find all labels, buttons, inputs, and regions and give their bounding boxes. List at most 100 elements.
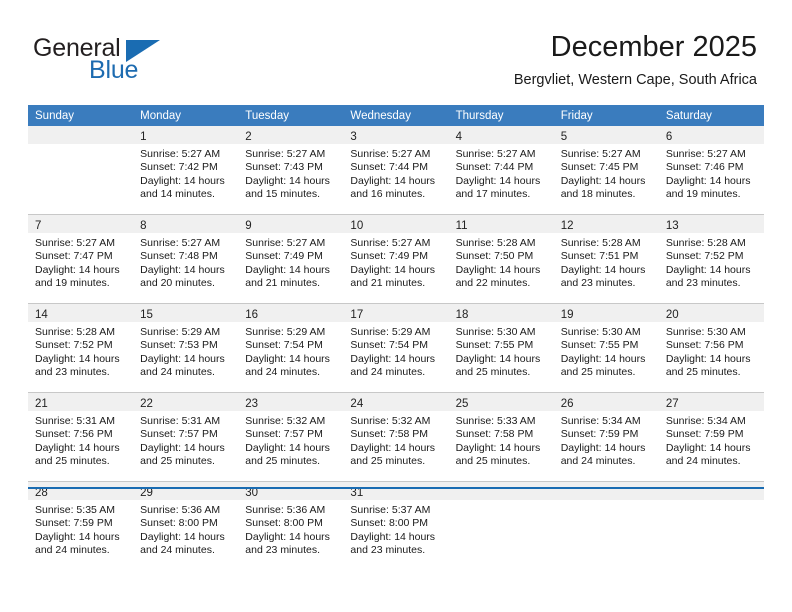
calendar-day-cell[interactable]: 2 Sunrise: 5:27 AM Sunset: 7:43 PM Daylight… bbox=[238, 126, 344, 215]
calendar-day-cell[interactable]: 22 Sunrise: 5:31 AM Sunset: 7:57 PM Dayligh… bbox=[133, 392, 239, 482]
day-number: 12 bbox=[560, 220, 574, 232]
sunset-text: Sunset: 7:48 PM bbox=[140, 250, 218, 263]
calendar-day-cell[interactable]: 18 Sunrise: 5:30 AM Sunset: 7:55 PM Dayligh… bbox=[448, 303, 554, 393]
daylight-text: and 24 minutes. bbox=[35, 544, 110, 557]
day-number: 4 bbox=[455, 131, 462, 143]
calendar-day-cell[interactable]: 9 Sunrise: 5:27 AM Sunset: 7:49 PM Daylight… bbox=[238, 214, 344, 304]
daylight-text: and 24 minutes. bbox=[245, 366, 320, 379]
day-sun-info: Sunrise: 5:28 AM Sunset: 7:52 PM Daylight:… bbox=[28, 322, 133, 380]
calendar-empty-cell bbox=[448, 481, 554, 570]
daylight-text: Daylight: 14 hours bbox=[350, 441, 436, 454]
calendar-day-cell[interactable]: 6 Sunrise: 5:27 AM Sunset: 7:46 PM Daylight… bbox=[658, 126, 764, 215]
day-number-band: 29 bbox=[133, 482, 239, 500]
calendar-day-cell[interactable]: 12 Sunrise: 5:28 AM Sunset: 7:51 PM Dayligh… bbox=[553, 214, 659, 304]
daylight-text: and 25 minutes. bbox=[560, 366, 636, 379]
daylight-text: and 25 minutes. bbox=[140, 455, 215, 468]
sunset-text: Sunset: 7:59 PM bbox=[665, 428, 744, 441]
day-number-band: 23 bbox=[238, 393, 344, 411]
calendar-day-cell[interactable]: 28 Sunrise: 5:35 AM Sunset: 7:59 PM Dayligh… bbox=[28, 481, 134, 570]
daylight-text: Daylight: 14 hours bbox=[455, 441, 541, 454]
calendar-day-cell[interactable]: 11 Sunrise: 5:28 AM Sunset: 7:50 PM Dayligh… bbox=[448, 214, 554, 304]
calendar-day-cell[interactable]: 27 Sunrise: 5:34 AM Sunset: 7:59 PM Dayligh… bbox=[658, 392, 764, 482]
calendar-day-cell[interactable]: 19 Sunrise: 5:30 AM Sunset: 7:55 PM Dayligh… bbox=[553, 303, 659, 393]
calendar-day-cell[interactable]: 14 Sunrise: 5:28 AM Sunset: 7:52 PM Dayligh… bbox=[28, 303, 134, 393]
sunrise-text: Sunrise: 5:27 AM bbox=[350, 237, 431, 249]
calendar-day-cell[interactable]: 17 Sunrise: 5:29 AM Sunset: 7:54 PM Dayligh… bbox=[343, 303, 449, 393]
daylight-text: and 25 minutes. bbox=[245, 455, 320, 468]
daylight-text: Daylight: 14 hours bbox=[350, 174, 436, 187]
calendar-day-cell[interactable]: 13 Sunrise: 5:28 AM Sunset: 7:52 PM Dayligh… bbox=[658, 214, 764, 304]
sunrise-text: Sunrise: 5:27 AM bbox=[455, 148, 536, 160]
day-number-band: 13 bbox=[658, 215, 764, 233]
sunset-text: Sunset: 7:49 PM bbox=[245, 250, 323, 263]
day-number: 19 bbox=[560, 309, 574, 321]
sunset-text: Sunset: 7:54 PM bbox=[350, 339, 429, 352]
daylight-text: and 25 minutes. bbox=[455, 366, 531, 379]
sunrise-text: Sunrise: 5:28 AM bbox=[560, 237, 641, 249]
sunrise-text: Sunrise: 5:32 AM bbox=[245, 415, 326, 427]
day-number: 20 bbox=[665, 309, 679, 321]
calendar-day-cell[interactable]: 30 Sunrise: 5:36 AM Sunset: 8:00 PM Dayligh… bbox=[238, 481, 344, 570]
day-number-band bbox=[28, 126, 134, 144]
sunrise-text: Sunrise: 5:34 AM bbox=[560, 415, 641, 427]
day-sun-info: Sunrise: 5:36 AM Sunset: 8:00 PM Daylight:… bbox=[133, 500, 238, 558]
day-number-band: 22 bbox=[133, 393, 239, 411]
sunrise-text: Sunrise: 5:29 AM bbox=[140, 326, 221, 338]
day-number: 13 bbox=[665, 220, 679, 232]
day-sun-info: Sunrise: 5:33 AM Sunset: 7:58 PM Daylight:… bbox=[449, 411, 554, 469]
calendar-day-cell[interactable]: 29 Sunrise: 5:36 AM Sunset: 8:00 PM Dayligh… bbox=[133, 481, 239, 570]
sunrise-text: Sunrise: 5:32 AM bbox=[350, 415, 431, 427]
calendar-day-cell[interactable]: 24 Sunrise: 5:32 AM Sunset: 7:58 PM Dayligh… bbox=[343, 392, 449, 482]
calendar-day-cell[interactable]: 21 Sunrise: 5:31 AM Sunset: 7:56 PM Dayligh… bbox=[28, 392, 134, 482]
day-number-band: 14 bbox=[28, 304, 134, 322]
day-sun-info: Sunrise: 5:27 AM Sunset: 7:48 PM Daylight:… bbox=[133, 233, 238, 291]
daylight-text: Daylight: 14 hours bbox=[455, 174, 541, 187]
calendar-day-cell[interactable]: 4 Sunrise: 5:27 AM Sunset: 7:44 PM Daylight… bbox=[448, 126, 554, 215]
calendar-day-cell[interactable]: 7 Sunrise: 5:27 AM Sunset: 7:47 PM Daylight… bbox=[28, 214, 134, 304]
sunset-text: Sunset: 7:55 PM bbox=[560, 339, 639, 352]
calendar-day-cell[interactable]: 20 Sunrise: 5:30 AM Sunset: 7:56 PM Dayligh… bbox=[658, 303, 764, 393]
daylight-text: and 23 minutes. bbox=[35, 366, 110, 379]
daylight-text: Daylight: 14 hours bbox=[245, 263, 330, 276]
sunset-text: Sunset: 7:52 PM bbox=[665, 250, 744, 263]
calendar-day-cell[interactable]: 8 Sunrise: 5:27 AM Sunset: 7:48 PM Daylight… bbox=[133, 214, 239, 304]
calendar-day-cell[interactable]: 3 Sunrise: 5:27 AM Sunset: 7:44 PM Daylight… bbox=[343, 126, 449, 215]
calendar-day-cell[interactable]: 25 Sunrise: 5:33 AM Sunset: 7:58 PM Dayligh… bbox=[448, 392, 554, 482]
calendar-day-cell[interactable]: 31 Sunrise: 5:37 AM Sunset: 8:00 PM Dayligh… bbox=[343, 481, 449, 570]
calendar-day-cell[interactable]: 23 Sunrise: 5:32 AM Sunset: 7:57 PM Dayligh… bbox=[238, 392, 344, 482]
day-number: 8 bbox=[140, 220, 147, 232]
sunrise-text: Sunrise: 5:35 AM bbox=[35, 504, 115, 516]
day-number-band: 6 bbox=[658, 126, 764, 144]
sunset-text: Sunset: 7:58 PM bbox=[455, 428, 534, 441]
day-sun-info: Sunrise: 5:27 AM Sunset: 7:42 PM Daylight:… bbox=[133, 144, 238, 202]
calendar-day-cell[interactable]: 26 Sunrise: 5:34 AM Sunset: 7:59 PM Dayligh… bbox=[553, 392, 659, 482]
day-number: 9 bbox=[245, 220, 252, 232]
sunset-text: Sunset: 7:49 PM bbox=[350, 250, 429, 263]
calendar-day-cell[interactable]: 16 Sunrise: 5:29 AM Sunset: 7:54 PM Dayligh… bbox=[238, 303, 344, 393]
weekday-header-thursday: Thursday bbox=[448, 105, 554, 126]
sunset-text: Sunset: 7:57 PM bbox=[140, 428, 218, 441]
day-sun-info: Sunrise: 5:27 AM Sunset: 7:45 PM Daylight:… bbox=[554, 144, 659, 202]
day-sun-info: Sunrise: 5:34 AM Sunset: 7:59 PM Daylight:… bbox=[659, 411, 764, 469]
sunrise-text: Sunrise: 5:27 AM bbox=[245, 237, 326, 249]
calendar-day-cell[interactable]: 15 Sunrise: 5:29 AM Sunset: 7:53 PM Dayligh… bbox=[133, 303, 239, 393]
day-number-band: 4 bbox=[448, 126, 554, 144]
sunrise-text: Sunrise: 5:36 AM bbox=[140, 504, 221, 516]
calendar-week-row: 28 Sunrise: 5:35 AM Sunset: 7:59 PM Dayligh… bbox=[28, 481, 764, 570]
generalblue-logo[interactable]: General Blue bbox=[33, 34, 233, 90]
day-number-band: 24 bbox=[343, 393, 449, 411]
sunset-text: Sunset: 7:53 PM bbox=[140, 339, 218, 352]
daylight-text: Daylight: 14 hours bbox=[245, 441, 330, 454]
calendar-day-cell[interactable]: 1 Sunrise: 5:27 AM Sunset: 7:42 PM Daylight… bbox=[133, 126, 239, 215]
day-sun-info: Sunrise: 5:28 AM Sunset: 7:50 PM Daylight:… bbox=[449, 233, 554, 291]
calendar-day-cell[interactable]: 10 Sunrise: 5:27 AM Sunset: 7:49 PM Dayligh… bbox=[343, 214, 449, 304]
sunset-text: Sunset: 7:54 PM bbox=[245, 339, 323, 352]
sunrise-text: Sunrise: 5:27 AM bbox=[140, 237, 221, 249]
daylight-text: Daylight: 14 hours bbox=[560, 174, 646, 187]
day-sun-info: Sunrise: 5:27 AM Sunset: 7:44 PM Daylight:… bbox=[449, 144, 554, 202]
weekday-header-friday: Friday bbox=[553, 105, 659, 126]
day-number: 11 bbox=[455, 220, 468, 232]
daylight-text: Daylight: 14 hours bbox=[140, 530, 225, 543]
day-number: 25 bbox=[455, 398, 469, 410]
calendar-day-cell[interactable]: 5 Sunrise: 5:27 AM Sunset: 7:45 PM Daylight… bbox=[553, 126, 659, 215]
